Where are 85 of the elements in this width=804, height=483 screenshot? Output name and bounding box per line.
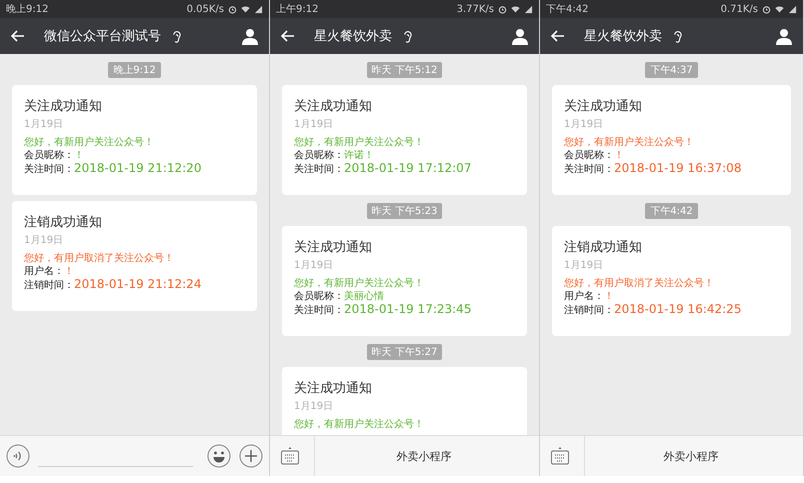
message-timestamp: 下午4:42 [645, 203, 698, 219]
message-timestamp: 下午4:37 [645, 62, 698, 78]
wifi-icon [775, 4, 784, 14]
greeting-text: 您好，有新用户关注公众号！ [24, 136, 155, 149]
field-label: 会员昵称： [294, 149, 344, 162]
wifi-icon [511, 4, 520, 14]
card-title: 关注成功通知 [24, 98, 103, 115]
field-label: 注销时间： [564, 304, 614, 317]
greeting-text: 您好，有用户取消了关注公众号！ [24, 252, 175, 265]
smiley-icon[interactable] [207, 444, 231, 468]
chat-title: 星火餐饮外卖 [314, 28, 392, 45]
signal-icon [254, 4, 263, 14]
field-value: 许诺！ [344, 149, 374, 162]
ear-icon[interactable] [672, 28, 683, 44]
menu-button[interactable]: 外卖小程序 [584, 436, 797, 476]
card-date: 1月19日 [24, 234, 64, 247]
card-title: 关注成功通知 [564, 98, 643, 115]
field-label: 会员昵称： [564, 149, 614, 162]
signal-icon [524, 4, 533, 14]
field-value: 2018-01-19 16:42:25 [614, 303, 742, 316]
field-value: 2018-01-19 21:12:20 [74, 162, 202, 175]
back-arrow-icon[interactable] [10, 28, 26, 44]
card-title: 关注成功通知 [294, 380, 373, 397]
field-value: 2018-01-19 21:12:24 [74, 278, 202, 291]
card-title: 注销成功通知 [24, 214, 103, 231]
status-time: 下午4:42 [546, 3, 588, 16]
ear-icon[interactable] [171, 28, 182, 44]
wifi-icon [241, 4, 250, 14]
field-label: 关注时间： [564, 163, 614, 176]
field-value: ！ [604, 290, 614, 303]
card-date: 1月19日 [564, 259, 604, 272]
message-timestamp: 昨天 下午5:23 [366, 203, 442, 219]
field-value: ！ [64, 265, 74, 278]
chat-title: 微信公众平台测试号 [44, 28, 161, 45]
card-date: 1月19日 [24, 118, 64, 131]
voice-icon[interactable] [6, 444, 30, 468]
network-speed: 0.05K/s [186, 4, 224, 14]
network-speed: 3.77K/s [456, 4, 494, 14]
person-icon[interactable] [775, 27, 793, 45]
signal-icon [788, 4, 797, 14]
greeting-text: 您好，有新用户关注公众号！ [294, 277, 425, 290]
field-label: 用户名： [564, 290, 604, 303]
field-value: ！ [74, 149, 84, 162]
card-date: 1月19日 [294, 118, 334, 131]
alarm-clock-icon [762, 4, 771, 14]
field-label: 关注时间： [294, 304, 344, 317]
back-arrow-icon[interactable] [550, 28, 566, 44]
plus-icon[interactable] [239, 444, 263, 468]
field-label: 关注时间： [294, 163, 344, 176]
person-icon[interactable] [241, 27, 259, 45]
field-value: 美丽心情 [344, 290, 384, 303]
message-timestamp: 昨天 下午5:12 [366, 62, 442, 78]
status-time: 上午9:12 [276, 2, 318, 16]
ear-icon[interactable] [402, 28, 413, 44]
field-value: 2018-01-19 17:23:45 [344, 303, 472, 316]
card-title: 关注成功通知 [294, 239, 373, 256]
alarm-clock-icon [498, 4, 507, 14]
keyboard-icon[interactable] [550, 446, 570, 466]
card-title: 注销成功通知 [564, 239, 643, 256]
field-label: 注销时间： [24, 279, 74, 292]
card-date: 1月19日 [564, 118, 604, 131]
greeting-text: 您好，有新用户关注公众号！ [564, 136, 695, 149]
person-icon[interactable] [511, 27, 529, 45]
keyboard-icon[interactable] [280, 446, 300, 466]
card-date: 1月19日 [294, 259, 334, 272]
field-value: 2018-01-19 17:12:07 [344, 162, 472, 175]
field-label: 关注时间： [24, 163, 74, 176]
greeting-text: 您好，有新用户关注公众号！ [294, 136, 425, 149]
back-arrow-icon[interactable] [280, 28, 296, 44]
field-label: 会员昵称： [294, 290, 344, 303]
network-speed: 0.71K/s [720, 4, 758, 14]
card-date: 1月19日 [294, 400, 334, 413]
greeting-text: 您好，有新用户关注公众号！ [294, 418, 425, 431]
alarm-clock-icon [228, 4, 237, 14]
field-label: 会员昵称： [24, 149, 74, 162]
field-label: 用户名： [24, 265, 64, 278]
greeting-text: 您好，有用户取消了关注公众号！ [564, 277, 715, 290]
chat-title: 星火餐饮外卖 [584, 28, 662, 45]
message-timestamp: 晚上9:12 [108, 62, 161, 78]
field-value: 2018-01-19 16:37:08 [614, 162, 742, 175]
menu-button[interactable]: 外卖小程序 [314, 436, 533, 476]
message-timestamp: 昨天 下午5:27 [366, 344, 442, 360]
card-title: 关注成功通知 [294, 98, 373, 115]
field-value: ！ [614, 149, 624, 162]
status-time: 晚上9:12 [6, 2, 48, 16]
